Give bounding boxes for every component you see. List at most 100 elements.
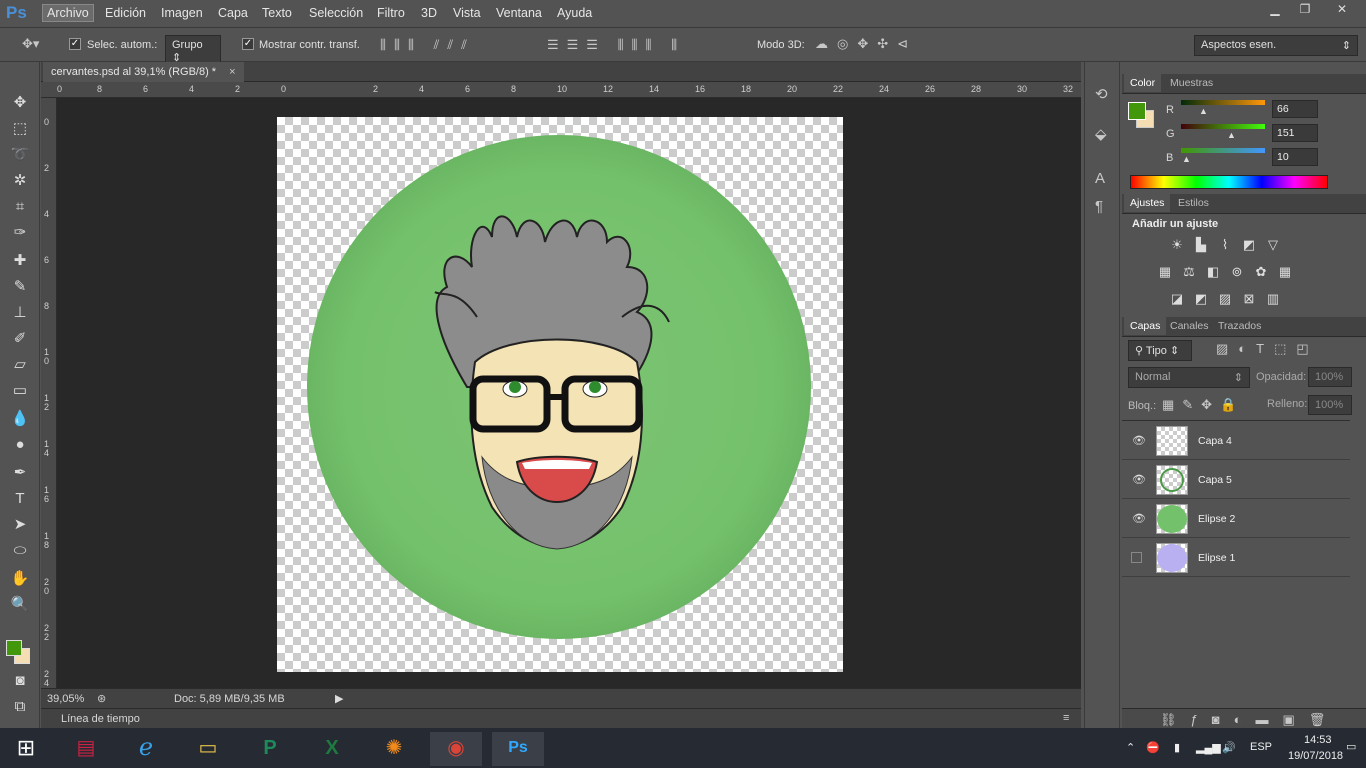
network-error-icon[interactable]: ⛔ [1146, 741, 1160, 754]
menu-edicion[interactable]: Edición [105, 6, 146, 20]
blur-tool-icon[interactable]: 💧 [8, 408, 32, 430]
channel-g-slider[interactable] [1181, 124, 1265, 129]
timeline-menu-icon[interactable]: ≡ [1063, 712, 1069, 724]
menu-archivo[interactable]: Archivo [42, 4, 94, 22]
lock-icons[interactable]: ▦✎✥🔒 [1162, 398, 1244, 412]
opacity-field[interactable]: 100% [1308, 367, 1352, 387]
distribute-icons[interactable]: ☰☰☰ ⫼⫼⫼ ⫼ [547, 38, 685, 52]
brush-tool-icon[interactable]: ✎ [8, 276, 32, 298]
layer-row-capa-4[interactable]: 👁 Capa 4 [1122, 422, 1350, 460]
path-selection-tool-icon[interactable]: ➤ [8, 514, 32, 536]
paragraph-panel-icon[interactable]: ¶ [1095, 199, 1103, 214]
avast-icon[interactable]: ✺ [368, 732, 420, 766]
channel-r-thumb-icon[interactable]: ▲ [1199, 106, 1208, 116]
history-panel-icon[interactable]: ⟲ [1095, 87, 1108, 102]
channel-g-thumb-icon[interactable]: ▲ [1227, 130, 1236, 140]
layer-name[interactable]: Elipse 2 [1198, 513, 1235, 525]
layer-name[interactable]: Elipse 1 [1198, 552, 1235, 564]
foreground-color-chip[interactable] [6, 640, 22, 656]
stamp-tool-icon[interactable]: ⊥ [8, 302, 32, 324]
history-brush-tool-icon[interactable]: ✐ [8, 328, 32, 350]
chrome-icon[interactable]: ◉ [430, 732, 482, 766]
tab-swatches[interactable]: Muestras [1164, 74, 1219, 92]
visibility-eye-icon[interactable]: 👁 [1132, 473, 1146, 486]
tab-styles[interactable]: Estilos [1172, 194, 1215, 212]
posterize-icon[interactable]: ◩ [1192, 292, 1210, 306]
pen-tool-icon[interactable]: ✒ [8, 462, 32, 484]
black-white-icon[interactable]: ◧ [1204, 265, 1222, 279]
healing-brush-tool-icon[interactable]: ✚ [8, 250, 32, 272]
tab-color[interactable]: Color [1124, 74, 1162, 92]
character-panel-icon[interactable]: A [1095, 171, 1105, 186]
tab-layers[interactable]: Capas [1124, 317, 1167, 335]
status-menu-arrow-icon[interactable]: ▶ [335, 692, 343, 705]
status-info-icon[interactable]: ⊛ [97, 692, 106, 705]
levels-icon[interactable]: ▙ [1192, 238, 1210, 252]
menu-imagen[interactable]: Imagen [161, 6, 203, 20]
menu-capa[interactable]: Capa [218, 6, 248, 20]
marquee-tool-icon[interactable]: ⬚ [8, 118, 32, 140]
selective-color-icon[interactable]: ⊠ [1240, 292, 1258, 306]
menu-ayuda[interactable]: Ayuda [557, 6, 592, 20]
layer-footer-icons[interactable]: ⛓ƒ◙◐▬▣🗑 [1160, 713, 1339, 727]
move-tool-icon[interactable]: ✥ [8, 92, 32, 114]
menu-ventana[interactable]: Ventana [496, 6, 542, 20]
gradient-tool-icon[interactable]: ▭ [8, 380, 32, 402]
threshold-icon[interactable]: ▨ [1216, 292, 1234, 306]
clock-date[interactable]: 19/07/2018 [1288, 750, 1343, 762]
magic-wand-tool-icon[interactable]: ✲ [8, 170, 32, 192]
color-foreground-swatch[interactable] [1128, 102, 1146, 120]
exposure-icon[interactable]: ◩ [1240, 238, 1258, 252]
channel-r-slider[interactable] [1181, 100, 1265, 105]
restore-button[interactable]: ❐ [1290, 2, 1320, 19]
visibility-toggle-off[interactable] [1131, 552, 1142, 563]
eyedropper-tool-icon[interactable]: ✑ [8, 222, 32, 244]
channel-r-value[interactable]: 66 [1272, 100, 1318, 118]
channel-b-slider[interactable] [1181, 148, 1265, 153]
tab-adjustments[interactable]: Ajustes [1124, 194, 1171, 212]
menu-vista[interactable]: Vista [453, 6, 481, 20]
wifi-icon[interactable]: ▂▄▆ [1196, 741, 1221, 754]
brightness-contrast-icon[interactable]: ☀ [1168, 238, 1186, 252]
color-spectrum-bar[interactable] [1130, 175, 1328, 189]
tab-channels[interactable]: Canales [1164, 317, 1215, 335]
crop-tool-icon[interactable]: ⌗ [8, 196, 32, 218]
curves-icon[interactable]: ⌇ [1216, 238, 1234, 252]
layer-row-elipse-2[interactable]: 👁 Elipse 2 [1122, 500, 1350, 538]
publisher-icon[interactable]: P [244, 732, 296, 766]
color-balance-icon[interactable]: ⚖ [1180, 265, 1198, 279]
layer-name[interactable]: Capa 5 [1198, 474, 1232, 486]
layer-filter-icons[interactable]: ▨◐T⬚◰ [1216, 342, 1319, 356]
eraser-tool-icon[interactable]: ▱ [8, 354, 32, 376]
visibility-eye-icon[interactable]: 👁 [1132, 512, 1146, 525]
menu-seleccion[interactable]: Selección [309, 6, 363, 20]
visibility-eye-icon[interactable]: 👁 [1132, 434, 1146, 447]
channel-b-value[interactable]: 10 [1272, 148, 1318, 166]
internet-explorer-icon[interactable]: ℯ [120, 732, 172, 766]
dodge-tool-icon[interactable]: ● [8, 434, 32, 456]
timeline-label[interactable]: Línea de tiempo [61, 713, 140, 725]
close-tab-icon[interactable]: × [229, 66, 235, 78]
menu-3d[interactable]: 3D [421, 6, 437, 20]
align-icons[interactable]: ⫼⫼⫼ ⫽⫽⫽ [380, 38, 475, 52]
3d-mode-icons[interactable]: ☁◎✥✣⊲ [815, 37, 917, 51]
channel-g-value[interactable]: 151 [1272, 124, 1318, 142]
hand-tool-icon[interactable]: ✋ [8, 568, 32, 590]
notifications-icon[interactable]: ▭ [1346, 740, 1356, 753]
file-explorer-icon[interactable]: ▭ [182, 732, 234, 766]
zoom-level[interactable]: 39,05% [47, 693, 84, 705]
type-tool-icon[interactable]: T [8, 488, 32, 510]
auto-select-checkbox[interactable]: ✓ [69, 38, 81, 50]
workspace-dropdown[interactable]: Aspectos esen. ⇕ [1194, 35, 1358, 56]
photoshop-taskbar-icon[interactable]: Ps [492, 732, 544, 766]
lasso-tool-icon[interactable]: ➰ [8, 144, 32, 166]
blend-mode-dropdown[interactable]: Normal ⇕ [1128, 367, 1250, 388]
layer-filter-dropdown[interactable]: ⚲ Tipo ⇕ [1128, 340, 1192, 361]
color-lookup-icon[interactable]: ▦ [1276, 265, 1294, 279]
volume-icon[interactable]: 🔊 [1222, 741, 1236, 754]
invert-icon[interactable]: ◪ [1168, 292, 1186, 306]
winrar-icon[interactable]: ▤ [60, 732, 112, 766]
language-indicator[interactable]: ESP [1250, 741, 1272, 753]
document-canvas[interactable] [277, 117, 843, 672]
clock-time[interactable]: 14:53 [1304, 734, 1332, 746]
